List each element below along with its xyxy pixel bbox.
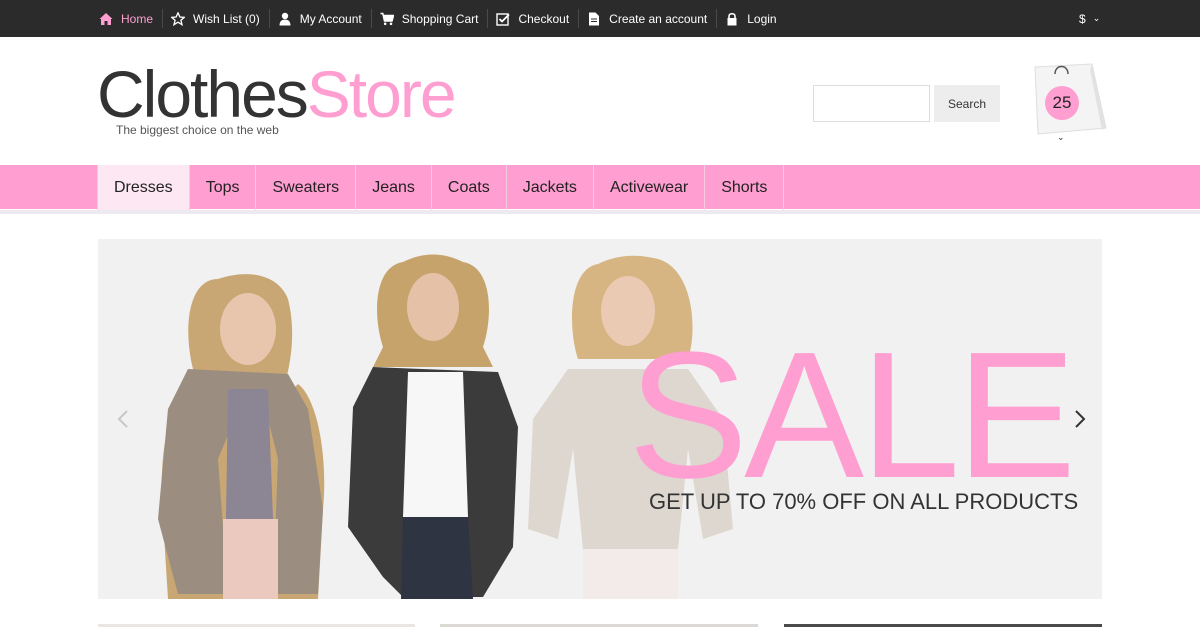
logo-text-clothes: Clothes xyxy=(97,57,309,131)
star-icon xyxy=(171,11,186,26)
chevron-right-icon xyxy=(1075,410,1086,428)
search-input[interactable] xyxy=(813,85,930,122)
menu-item-jeans[interactable]: Jeans xyxy=(356,165,432,210)
wishlist-link[interactable]: Wish List (0) xyxy=(162,0,269,37)
next-slide-button[interactable] xyxy=(1060,239,1100,599)
wishlist-label: Wish List (0) xyxy=(193,11,260,26)
menu-item-jackets[interactable]: Jackets xyxy=(507,165,594,210)
menu-item-coats[interactable]: Coats xyxy=(432,165,507,210)
menu-item-shorts[interactable]: Shorts xyxy=(705,165,785,210)
logo[interactable]: ClothesStore xyxy=(97,57,457,131)
menu-item-activewear[interactable]: Activewear xyxy=(594,165,706,210)
menu-item-sweaters[interactable]: Sweaters xyxy=(256,165,357,210)
top-bar: Home Wish List (0) My Account Shopping C… xyxy=(0,0,1200,37)
previous-slide-button[interactable] xyxy=(103,239,143,599)
currency-label: $ xyxy=(1079,11,1086,26)
model-image-1 xyxy=(158,274,325,599)
login-link[interactable]: Login xyxy=(716,0,785,37)
sale-subline: GET UP TO 70% OFF ON ALL PRODUCTS xyxy=(649,489,1079,514)
shopping-cart-link[interactable]: Shopping Cart xyxy=(370,0,488,37)
menu-item-dresses[interactable]: Dresses xyxy=(98,165,190,210)
tagline: The biggest choice on the web xyxy=(116,123,279,137)
home-icon xyxy=(99,12,113,25)
lock-icon xyxy=(727,12,737,25)
login-label: Login xyxy=(747,11,777,26)
chevron-left-icon xyxy=(117,410,128,428)
checkout-icon xyxy=(496,12,511,26)
model-image-2 xyxy=(348,254,518,599)
create-account-link[interactable]: Create an account xyxy=(578,0,716,37)
checkout-label: Checkout xyxy=(518,11,570,26)
cart-icon xyxy=(380,12,394,25)
category-menu: Dresses Tops Sweaters Jeans Coats Jacket… xyxy=(0,165,1200,210)
hero-banner[interactable]: SALE GET UP TO 70% OFF ON ALL PRODUCTS xyxy=(98,239,1102,599)
logo-text-store: Store xyxy=(306,57,457,131)
my-account-label: My Account xyxy=(299,11,362,26)
user-icon xyxy=(279,12,291,25)
chevron-down-icon: ⌄ xyxy=(1057,132,1065,142)
cart-count-badge: 25 xyxy=(1045,86,1079,120)
home-link[interactable]: Home xyxy=(97,0,162,37)
cart-widget[interactable]: 25 ⌄ xyxy=(1030,62,1110,147)
my-account-link[interactable]: My Account xyxy=(268,0,371,37)
top-navigation: Home Wish List (0) My Account Shopping C… xyxy=(97,0,786,37)
menu-divider xyxy=(0,210,1200,214)
category-menu-items: Dresses Tops Sweaters Jeans Coats Jacket… xyxy=(97,165,785,210)
menu-item-tops[interactable]: Tops xyxy=(190,165,257,210)
shopping-cart-label: Shopping Cart xyxy=(401,11,479,26)
sale-headline: SALE xyxy=(628,315,1076,516)
currency-selector[interactable]: $ ⌄ xyxy=(1079,0,1100,37)
search-button[interactable]: Search xyxy=(934,85,1000,122)
checkout-link[interactable]: Checkout xyxy=(487,0,578,37)
home-label: Home xyxy=(121,11,154,26)
create-account-label: Create an account xyxy=(609,11,708,26)
document-icon xyxy=(589,12,600,25)
chevron-down-icon: ⌄ xyxy=(1092,13,1101,23)
